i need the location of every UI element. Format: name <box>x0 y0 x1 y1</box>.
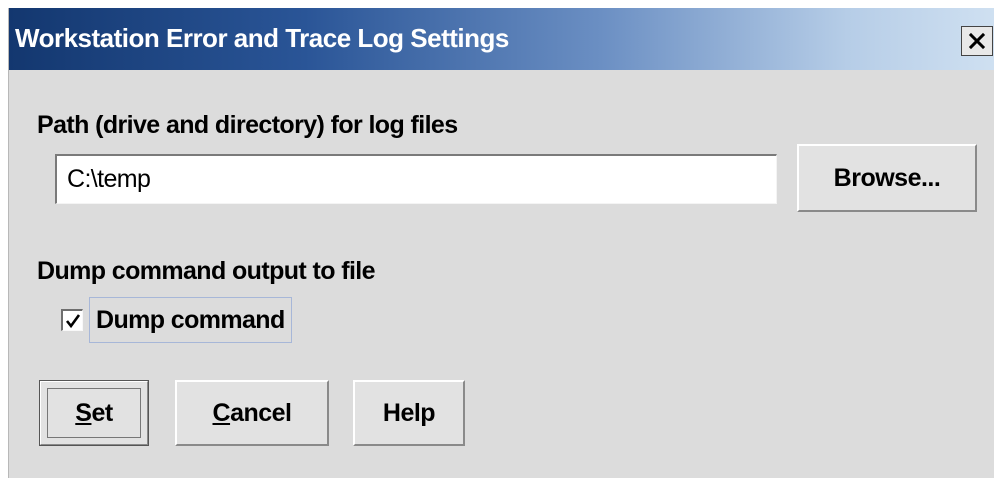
close-button[interactable] <box>961 26 993 56</box>
set-button-label-rest: et <box>91 398 113 427</box>
set-button-label: Set <box>75 398 113 428</box>
cancel-button-label-rest: ancel <box>230 398 292 427</box>
help-button-label: Help <box>382 398 436 427</box>
help-button[interactable]: Help <box>353 380 465 446</box>
cancel-button-mnemonic: C <box>212 398 231 427</box>
dialog-window: Workstation Error and Trace Log Settings… <box>8 8 994 478</box>
close-icon <box>968 32 986 50</box>
dump-command-label: Dump command <box>96 305 285 334</box>
browse-button[interactable]: Browse... <box>797 144 977 212</box>
log-path-input[interactable] <box>55 154 777 204</box>
dump-section-label: Dump command output to file <box>37 257 376 285</box>
log-path-label: Path (drive and directory) for log files <box>37 111 458 139</box>
cancel-button[interactable]: Cancel <box>175 380 329 446</box>
dump-command-focus-box[interactable]: Dump command <box>89 297 292 343</box>
window-title: Workstation Error and Trace Log Settings <box>15 23 509 53</box>
browse-button-label: Browse... <box>833 163 941 192</box>
dump-command-checkbox[interactable] <box>61 309 83 331</box>
set-button[interactable]: Set <box>39 380 149 446</box>
cancel-button-label: Cancel <box>212 398 293 428</box>
title-bar[interactable]: Workstation Error and Trace Log Settings <box>9 8 994 70</box>
checkmark-icon <box>65 313 80 328</box>
set-button-mnemonic: S <box>75 398 92 427</box>
dump-command-row: Dump command <box>55 296 303 344</box>
